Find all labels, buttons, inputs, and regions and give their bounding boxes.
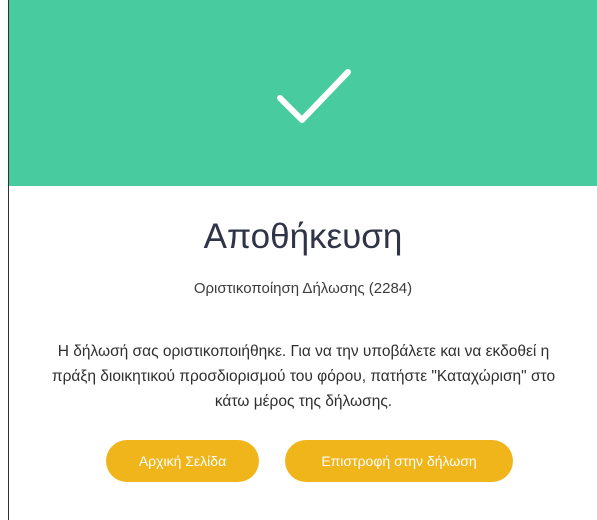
dialog-message: Η δήλωσή σας οριστικοποιήθηκε. Για να τη… [51, 343, 556, 410]
dialog-title: Αποθήκευση [203, 217, 403, 256]
return-to-declaration-button[interactable]: Επιστροφή στην δήλωση [285, 440, 513, 482]
home-page-button[interactable]: Αρχική Σελίδα [106, 440, 259, 482]
success-header [9, 0, 597, 186]
dialog-subtitle: Οριστικοποίηση Δήλωσης (2284) [193, 280, 413, 297]
success-dialog: Αποθήκευση Οριστικοποίηση Δήλωσης (2284)… [8, 0, 597, 520]
checkmark-icon [277, 69, 351, 123]
